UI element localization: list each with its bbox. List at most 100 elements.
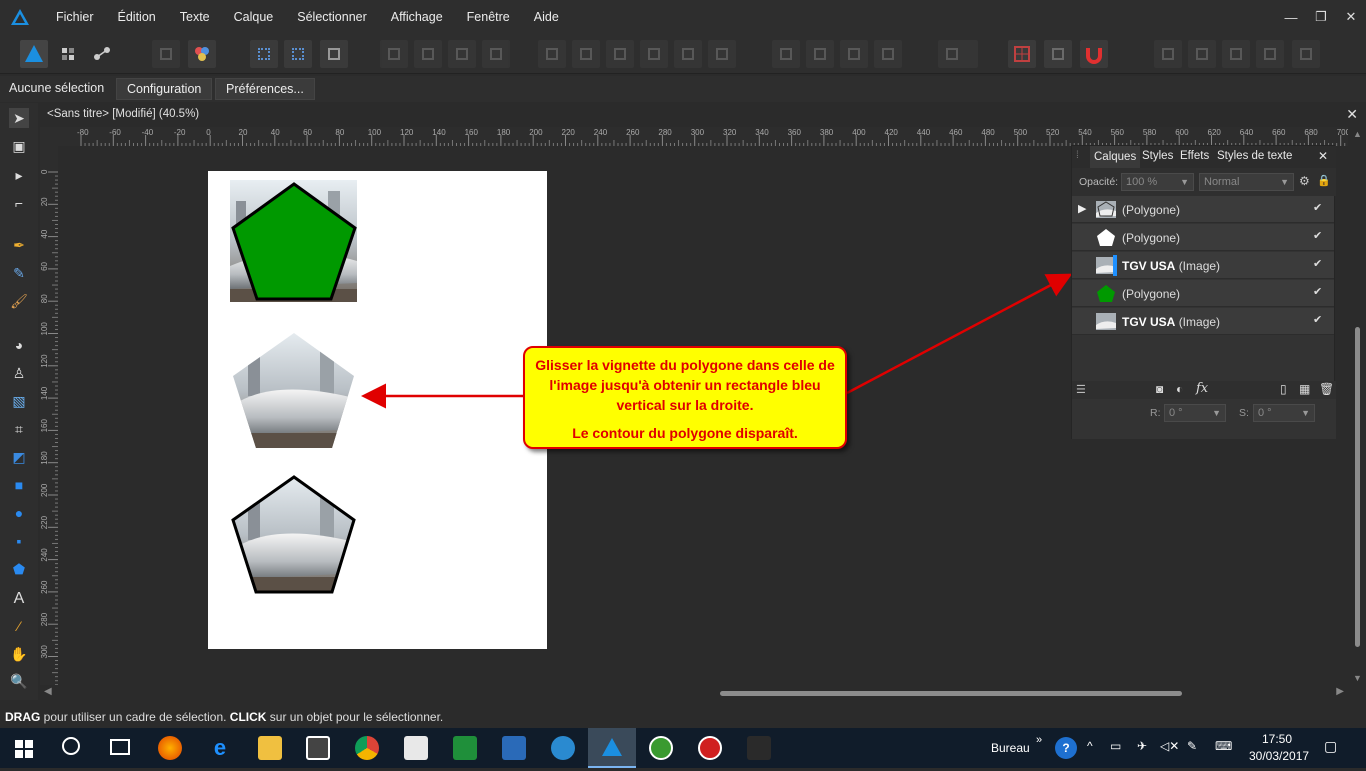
- panel-close-icon[interactable]: ✕: [1318, 149, 1328, 163]
- toolbar-btn-27[interactable]: [1256, 40, 1284, 68]
- toolbar-btn-11[interactable]: [572, 40, 600, 68]
- app-icon-1[interactable]: [404, 736, 428, 760]
- corner-tool-icon[interactable]: ⌐: [9, 193, 29, 213]
- search-icon[interactable]: [62, 737, 80, 755]
- chevron-right-icon[interactable]: »: [1036, 734, 1042, 746]
- writer-icon[interactable]: [502, 736, 526, 760]
- layer-thumbnail[interactable]: [1095, 227, 1117, 248]
- toolbar-btn-7[interactable]: [414, 40, 442, 68]
- scroll-right-icon[interactable]: ▶: [1336, 686, 1344, 697]
- photo-pentagon-stroked[interactable]: [228, 473, 358, 595]
- menu-texte[interactable]: Texte: [168, 0, 222, 34]
- pen-icon[interactable]: ✎: [1187, 739, 1197, 753]
- scroll-up-icon[interactable]: ▲: [1353, 129, 1362, 139]
- opacity-field[interactable]: 100 % ▼: [1121, 173, 1194, 191]
- layer-row[interactable]: TGV USA (Image) ✔: [1072, 308, 1334, 335]
- pencil-tool-icon[interactable]: ✎: [9, 263, 29, 283]
- toolbar-btn-25[interactable]: [1188, 40, 1216, 68]
- toolbar-btn-22[interactable]: [1044, 40, 1072, 68]
- preferences-button[interactable]: Préférences...: [215, 78, 315, 100]
- affinity-taskbar-button[interactable]: [588, 728, 636, 768]
- toolbar-btn-12[interactable]: [606, 40, 634, 68]
- configuration-button[interactable]: Configuration: [116, 78, 213, 100]
- vertical-scrollbar[interactable]: ▲ ▼: [1350, 127, 1366, 685]
- menu-fichier[interactable]: Fichier: [44, 0, 106, 34]
- text-tool-icon[interactable]: A: [9, 589, 29, 609]
- minimize-icon[interactable]: —: [1276, 0, 1306, 34]
- keyboard-icon[interactable]: ⌨: [1215, 739, 1232, 753]
- export-persona-button[interactable]: [88, 40, 116, 68]
- horizontal-scroll-thumb[interactable]: [720, 691, 1182, 696]
- snapping-magnet-button[interactable]: [1080, 40, 1108, 68]
- layer-row[interactable]: (Polygone) ✔: [1072, 280, 1334, 307]
- document-tab[interactable]: <Sans titre> [Modifié] (40.5%) ✕: [40, 103, 1366, 127]
- node-tool-icon[interactable]: ▸: [9, 165, 29, 185]
- layer-row[interactable]: TGV USA (Image) ✔: [1072, 252, 1334, 279]
- menu-calque[interactable]: Calque: [222, 0, 286, 34]
- snapping-grid-button[interactable]: [1008, 40, 1036, 68]
- scroll-left-icon[interactable]: ◀: [44, 686, 52, 697]
- layers-stack-icon[interactable]: ☰: [1076, 383, 1086, 396]
- pixel-persona-button[interactable]: [54, 40, 82, 68]
- visibility-checkbox[interactable]: ✔: [1313, 231, 1324, 242]
- fx-icon[interactable]: fx: [1196, 381, 1208, 396]
- toolbar-btn-26[interactable]: [1222, 40, 1250, 68]
- horizontal-scrollbar[interactable]: ◀ ▶: [40, 686, 1348, 700]
- app-t-icon[interactable]: [698, 736, 722, 760]
- help-icon[interactable]: ?: [1055, 737, 1077, 759]
- color-picker-tool-icon[interactable]: ⁄: [9, 616, 29, 636]
- menu-aide[interactable]: Aide: [522, 0, 571, 34]
- menu-edition[interactable]: Édition: [106, 0, 168, 34]
- visibility-checkbox[interactable]: ✔: [1313, 259, 1324, 270]
- mask-icon[interactable]: ◙: [1156, 382, 1163, 396]
- chrome-icon[interactable]: [355, 736, 379, 760]
- toolbar-btn-6[interactable]: [380, 40, 408, 68]
- toolbar-btn-18[interactable]: [840, 40, 868, 68]
- layer-thumbnail[interactable]: [1095, 199, 1117, 220]
- file-explorer-icon[interactable]: [258, 736, 282, 760]
- shear-field[interactable]: 0 ° ▼: [1253, 404, 1315, 422]
- toolbar-btn-5[interactable]: [320, 40, 348, 68]
- chevron-up-icon[interactable]: ^: [1087, 739, 1093, 753]
- airplane-icon[interactable]: ✈: [1137, 739, 1147, 753]
- toolbar-btn-3[interactable]: [250, 40, 278, 68]
- clock-date[interactable]: 30/03/2017: [1249, 749, 1309, 763]
- brush-tool-icon[interactable]: 🖌: [9, 291, 29, 311]
- app-abc-icon[interactable]: [747, 736, 771, 760]
- polygon-tool-icon[interactable]: ⬟: [9, 559, 29, 579]
- zoom-tool-icon[interactable]: 🔍: [9, 671, 29, 691]
- toolbar-btn-8[interactable]: [448, 40, 476, 68]
- tab-calques[interactable]: Calques: [1090, 146, 1141, 168]
- rounded-rectangle-tool-icon[interactable]: ▪: [9, 531, 29, 551]
- menu-fenetre[interactable]: Fenêtre: [455, 0, 522, 34]
- layer-thumbnail[interactable]: [1095, 283, 1117, 304]
- task-view-icon[interactable]: [110, 739, 130, 755]
- toolbar-btn-4[interactable]: [284, 40, 312, 68]
- gear-icon[interactable]: ⚙: [1299, 174, 1310, 188]
- hand-tool-icon[interactable]: ✋: [9, 644, 29, 664]
- expand-arrow-icon[interactable]: ▶: [1078, 202, 1086, 215]
- blend-mode-select[interactable]: Normal ▼: [1199, 173, 1294, 191]
- firefox-icon[interactable]: [158, 736, 182, 760]
- toolbar-btn-14[interactable]: [674, 40, 702, 68]
- mail-icon[interactable]: [551, 736, 575, 760]
- designer-persona-button[interactable]: [20, 40, 48, 68]
- battery-icon[interactable]: ▭: [1110, 739, 1121, 753]
- close-icon[interactable]: ✕: [1336, 0, 1366, 34]
- place-image-tool-icon[interactable]: ▧: [9, 391, 29, 411]
- transparency-tool-icon[interactable]: ♙: [9, 363, 29, 383]
- artboard-tool-icon[interactable]: ▣: [9, 136, 29, 156]
- volume-muted-icon[interactable]: ◁✕: [1160, 739, 1179, 753]
- menu-affichage[interactable]: Affichage: [379, 0, 455, 34]
- layer-thumbnail[interactable]: [1095, 311, 1117, 332]
- vector-crop-tool-icon[interactable]: ◩: [9, 447, 29, 467]
- visibility-checkbox[interactable]: ✔: [1313, 203, 1324, 214]
- toolbar-btn-10[interactable]: [538, 40, 566, 68]
- adjustment-icon[interactable]: ◐: [1176, 382, 1183, 396]
- move-tool-icon[interactable]: ➤: [9, 108, 29, 128]
- lock-icon[interactable]: 🔒: [1317, 174, 1331, 187]
- toolbar-btn-19[interactable]: [874, 40, 902, 68]
- toolbar-btn-24[interactable]: [1154, 40, 1182, 68]
- menu-selectionner[interactable]: Sélectionner: [285, 0, 379, 34]
- close-document-icon[interactable]: ✕: [1346, 106, 1358, 123]
